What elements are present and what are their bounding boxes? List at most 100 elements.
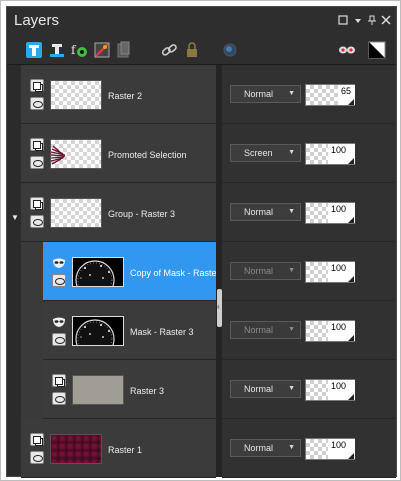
blend-mode-dropdown[interactable]: Normal ▼ (230, 439, 301, 457)
mask-toggle-icon[interactable] (368, 41, 386, 59)
new-group-icon[interactable] (115, 41, 133, 59)
layer-row[interactable]: Promoted Selection (21, 124, 216, 183)
layer-styles-icon[interactable] (221, 41, 239, 59)
lock-icon[interactable] (183, 41, 201, 59)
opacity-slider-handle[interactable] (348, 394, 354, 400)
chevron-down-icon: ▼ (288, 267, 295, 274)
layer-properties-row: Normal ▼ 100 (222, 242, 396, 301)
opacity-slider-handle[interactable] (348, 276, 354, 282)
layer-row[interactable]: Raster 2 (21, 65, 216, 124)
layer-name: Mask - Raster 3 (130, 327, 194, 337)
opacity-slider[interactable]: 100 (305, 143, 355, 165)
opacity-slider[interactable]: 100 (305, 320, 355, 342)
blend-mode-dropdown[interactable]: Normal ▼ (230, 262, 301, 280)
opacity-slider-handle[interactable] (348, 158, 354, 164)
layer-row[interactable]: Group - Raster 3 (21, 183, 216, 242)
visibility-eye-icon[interactable] (30, 215, 44, 228)
dropdown-icon[interactable] (353, 15, 363, 28)
pin-icon[interactable] (367, 15, 377, 28)
layer-list: Raster 2 Promoted Selection Group - Raster… (21, 65, 227, 478)
visibility-eye-icon[interactable] (52, 274, 66, 287)
blend-mode-dropdown[interactable]: Normal ▼ (230, 321, 301, 339)
blend-mode-label: Normal (244, 266, 274, 276)
opacity-slider-handle[interactable] (348, 453, 354, 459)
blend-mode-label: Normal (244, 207, 274, 217)
visibility-eye-icon[interactable] (52, 392, 66, 405)
layer-properties: Normal ▼ 65 Screen ▼ 100 Normal ▼ 100 Normal ▼ 100 N… (222, 65, 396, 478)
layer-thumbnail (50, 434, 102, 464)
mask-layer-icon (52, 315, 66, 327)
visibility-eye-icon[interactable] (52, 333, 66, 346)
layer-thumbnail (50, 139, 102, 169)
opacity-slider[interactable]: 65 (305, 84, 355, 106)
blend-mode-label: Normal (244, 443, 274, 453)
layer-name: Raster 2 (108, 91, 143, 101)
raster-layer-icon (52, 374, 66, 387)
layer-name: Group - Raster 3 (108, 209, 176, 219)
raster-layer-icon (30, 79, 44, 92)
opacity-slider-handle[interactable] (348, 335, 354, 341)
new-raster-layer-icon[interactable] (25, 41, 43, 59)
blend-mode-label: Normal (244, 384, 274, 394)
layer-thumbnail (72, 316, 124, 359)
blend-mode-label: Normal (244, 325, 274, 335)
layer-thumbnail (72, 257, 124, 300)
visibility-eye-icon[interactable] (30, 451, 44, 464)
panel-titlebar[interactable]: Layers (7, 7, 396, 35)
restore-icon[interactable] (338, 15, 348, 28)
panel-title: Layers (14, 12, 60, 29)
layer-properties-row: Normal ▼ 65 (222, 65, 396, 124)
opacity-slider-handle[interactable] (348, 217, 354, 223)
link-icon[interactable] (160, 41, 178, 59)
blend-mode-dropdown[interactable]: Normal ▼ (230, 85, 301, 103)
chevron-down-icon: ▼ (288, 149, 295, 156)
group-expand-icon[interactable]: ▼ (11, 213, 19, 222)
raster-layer-icon (30, 138, 44, 151)
layers-window: Layers f Raster 2 Promoted Selection Gro… (0, 0, 401, 481)
opacity-slider[interactable]: 100 (305, 438, 355, 460)
group-layer-icon (30, 197, 44, 210)
layer-properties-row: Normal ▼ 100 (222, 419, 396, 478)
chevron-down-icon: ▼ (288, 444, 295, 451)
layer-name: Raster 1 (108, 445, 143, 455)
opacity-slider-handle[interactable] (348, 99, 354, 105)
opacity-slider[interactable]: 100 (305, 379, 355, 401)
opacity-slider[interactable]: 100 (305, 261, 355, 283)
chevron-down-icon: ▼ (288, 90, 295, 97)
svg-text:f: f (71, 43, 77, 57)
layer-thumbnail (50, 80, 102, 110)
blend-mode-dropdown[interactable]: Normal ▼ (230, 380, 301, 398)
new-vector-layer-icon[interactable] (48, 41, 66, 59)
layer-row[interactable]: Mask - Raster 3 (43, 301, 216, 360)
new-mask-layer-icon[interactable] (93, 41, 111, 59)
layer-properties-row: Normal ▼ 100 (222, 183, 396, 242)
layer-name: Raster 3 (130, 386, 165, 396)
chevron-down-icon: ▼ (288, 385, 295, 392)
layers-toolbar: f (7, 35, 396, 65)
blend-mode-dropdown[interactable]: Screen ▼ (230, 144, 301, 162)
visibility-eye-icon[interactable] (30, 156, 44, 169)
opacity-slider[interactable]: 100 (305, 202, 355, 224)
layer-properties-row: Normal ▼ 100 (222, 301, 396, 360)
layer-name: Copy of Mask - Raster 3 (130, 268, 228, 278)
close-icon[interactable] (381, 15, 391, 28)
raster-layer-icon (30, 433, 44, 446)
blend-mode-label: Screen (244, 148, 273, 158)
chevron-down-icon: ▼ (288, 326, 295, 333)
layer-thumbnail (72, 375, 124, 405)
highlight-icon[interactable] (338, 41, 356, 59)
visibility-eye-icon[interactable] (30, 97, 44, 110)
layer-row[interactable]: Raster 1 (21, 419, 216, 478)
chevron-down-icon: ▼ (288, 208, 295, 215)
layer-row[interactable]: Copy of Mask - Raster 3 (43, 242, 227, 301)
mask-layer-icon (52, 256, 66, 268)
layer-row[interactable]: Raster 3 (43, 360, 216, 419)
layers-panel: Layers f Raster 2 Promoted Selection Gro… (6, 6, 397, 478)
layer-properties-row: Screen ▼ 100 (222, 124, 396, 183)
layer-thumbnail (50, 198, 102, 228)
layer-name: Promoted Selection (108, 150, 187, 160)
layer-properties-row: Normal ▼ 100 (222, 360, 396, 419)
blend-mode-label: Normal (244, 89, 274, 99)
new-adjustment-layer-icon[interactable]: f (70, 41, 88, 59)
blend-mode-dropdown[interactable]: Normal ▼ (230, 203, 301, 221)
